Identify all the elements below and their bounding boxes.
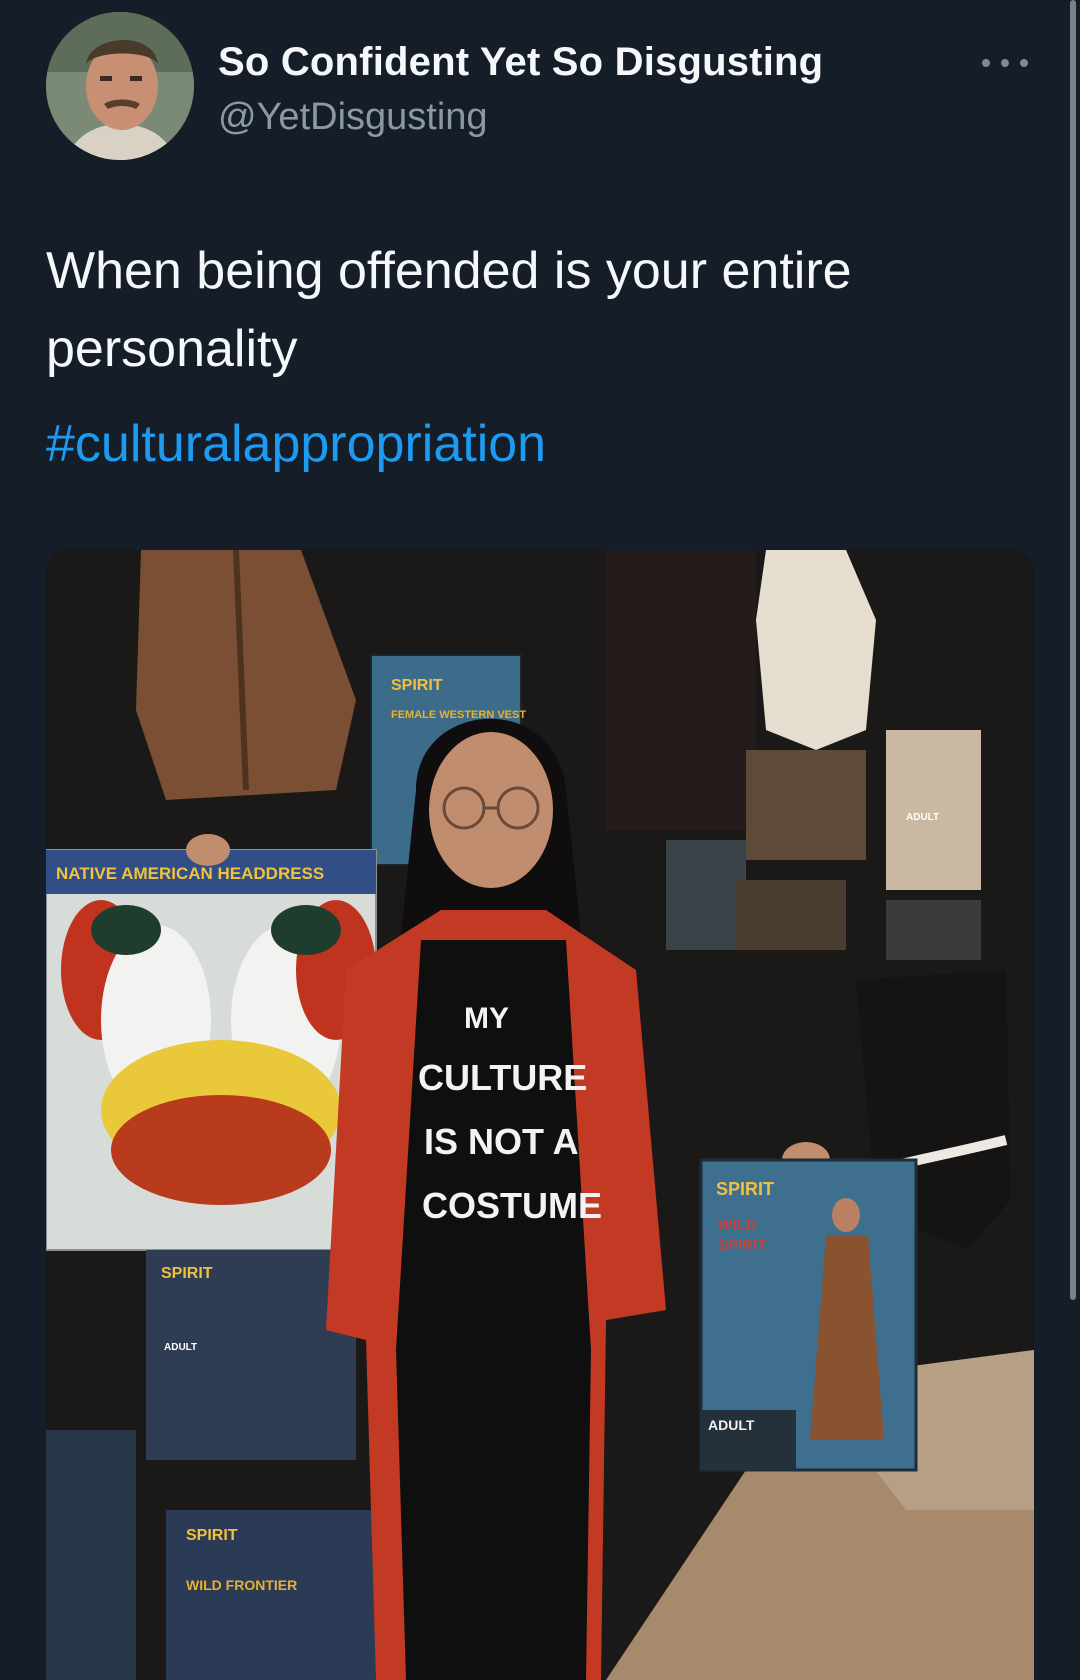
shirt-line-3: IS NOT A: [424, 1121, 579, 1162]
more-options-icon[interactable]: [982, 50, 1028, 76]
display-name[interactable]: So Confident Yet So Disgusting: [218, 40, 823, 85]
dot: [1020, 59, 1028, 67]
costume-package: SPIRIT WILD SPIRIT ADULT: [699, 1158, 918, 1472]
shirt-line-1: MY: [464, 1002, 509, 1035]
avatar[interactable]: [46, 12, 194, 160]
tweet-screen: So Confident Yet So Disgusting @YetDisgu…: [0, 0, 1080, 1680]
scrollbar[interactable]: [1070, 0, 1076, 1300]
shirt-line-4: COSTUME: [422, 1185, 602, 1226]
headdress-package: NATIVE AMERICAN HEADDRESS: [46, 849, 377, 1251]
tweet-photo[interactable]: SPIRIT FEMALE WESTERN VEST NATIVE AMERIC…: [46, 550, 1034, 1680]
avatar-photo: [46, 12, 194, 160]
svg-text:SPIRIT: SPIRIT: [186, 1527, 238, 1544]
svg-text:WILD: WILD: [718, 1217, 756, 1234]
photo-scene: SPIRIT FEMALE WESTERN VEST NATIVE AMERIC…: [46, 550, 1034, 1680]
svg-text:ADULT: ADULT: [708, 1417, 755, 1433]
svg-text:ADULT: ADULT: [164, 1342, 197, 1353]
dot: [982, 59, 990, 67]
svg-text:SPIRIT: SPIRIT: [391, 677, 443, 694]
blouse: [756, 550, 876, 750]
shirt-line-2: CULTURE: [418, 1057, 587, 1098]
hashtag-link[interactable]: #culturalappropriation: [46, 414, 546, 474]
tweet-text: When being offended is your entire perso…: [46, 242, 852, 378]
svg-text:SPIRIT: SPIRIT: [161, 1265, 213, 1282]
svg-text:NATIVE AMERICAN HEADDRESS: NATIVE AMERICAN HEADDRESS: [56, 864, 324, 883]
svg-text:ADULT: ADULT: [906, 812, 939, 823]
svg-text:FEMALE WESTERN VEST: FEMALE WESTERN VEST: [391, 709, 526, 721]
svg-text:SPIRIT: SPIRIT: [718, 1237, 766, 1254]
svg-text:WILD FRONTIER: WILD FRONTIER: [186, 1577, 297, 1593]
user-handle[interactable]: @YetDisgusting: [218, 96, 488, 139]
svg-text:SPIRIT: SPIRIT: [716, 1179, 774, 1199]
shirt: [396, 940, 591, 1680]
dot: [1001, 59, 1009, 67]
